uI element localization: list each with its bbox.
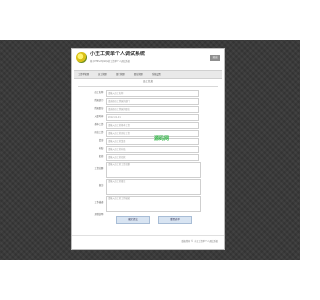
nav-item-positions[interactable]: 职位管理 [134, 71, 143, 78]
nav-item-departments[interactable]: 部门管理 [116, 71, 125, 78]
deduction-input[interactable]: 请输入员工的扣款 [106, 154, 199, 161]
submit-button[interactable]: 确定提交 [116, 216, 150, 224]
logo-icon [76, 52, 87, 63]
field-label: 员工名称: [94, 91, 105, 94]
app-header: 小王工资单个人调试系统 基于PHP+MySQL的工资单个人调试系统 退出 [72, 49, 224, 69]
total-salary-textarea[interactable]: 请输入员工的工资总额 [106, 162, 201, 178]
field-label: 所属职位: [94, 107, 105, 110]
field-label: 基本工资: [94, 123, 105, 126]
nav-item-payroll[interactable]: 工资单管理 [78, 71, 89, 78]
field-label: 其他说明: [94, 213, 105, 216]
field-label: 扣款: [98, 155, 104, 158]
field-label: 所属部门: [94, 99, 105, 102]
hire-date-input[interactable]: 2012-01-01 [106, 114, 199, 121]
field-label: 奖金: [98, 139, 104, 142]
reset-button[interactable]: 重置表单 [158, 216, 192, 224]
app-window: 小王工资单个人调试系统 基于PHP+MySQL的工资单个人调试系统 退出 工资单… [71, 48, 225, 250]
bonus-input[interactable]: 请输入员工的奖金 [106, 138, 199, 145]
position-select[interactable]: 请选择员工所属的职位 [106, 106, 199, 113]
base-salary-input[interactable]: 请输入员工的基本工资 [106, 122, 199, 129]
footer-text: 版权所有 © 小王工资单个人调试系统 [181, 240, 218, 243]
department-select[interactable]: 请选择员工所属的部门 [106, 98, 199, 105]
nav-item-employees[interactable]: 员工管理 [98, 71, 107, 78]
section-title: 员工信息 [142, 80, 153, 83]
field-label: 入职时间: [94, 115, 105, 118]
app-title: 小王工资单个人调试系统 [90, 52, 146, 57]
footer: 版权所有 © 小王工资单个人调试系统 [72, 235, 224, 248]
nav-bar: 工资单管理 员工管理 部门管理 职位管理 系统设置 [74, 70, 222, 79]
watermark-logo: 源码网 [154, 136, 170, 142]
app-subtitle: 基于PHP+MySQL的工资单个人调试系统 [90, 60, 130, 63]
field-label: 备注: [98, 184, 104, 187]
field-label: 岗位工资: [94, 131, 105, 134]
logout-button[interactable]: 退出 [210, 55, 220, 61]
remark-textarea[interactable]: 请输入员工的备注 [106, 179, 201, 195]
subsidy-input[interactable]: 请输入员工的补贴 [106, 146, 199, 153]
section-divider [78, 86, 218, 87]
field-label: 工作描述: [94, 201, 105, 204]
field-label: 补贴: [98, 147, 104, 150]
post-salary-input[interactable]: 请输入员工的岗位工资 [106, 130, 199, 137]
nav-item-settings[interactable]: 系统设置 [152, 71, 161, 78]
field-label: 工资总额: [94, 167, 105, 170]
employee-name-input[interactable]: 请输入员工名称 [106, 90, 199, 97]
description-textarea[interactable]: 请输入员工的工作描述 [106, 196, 201, 212]
